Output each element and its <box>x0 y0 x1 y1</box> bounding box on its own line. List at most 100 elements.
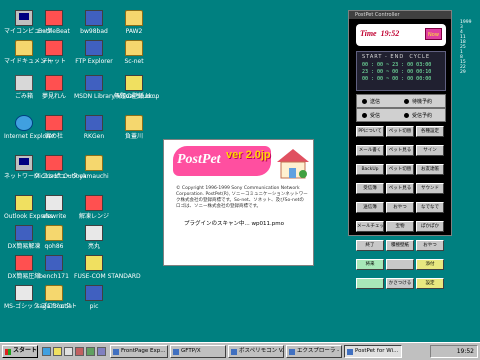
house-icon <box>277 149 309 179</box>
desktop-icon-label: FUSE-COM STANDARD <box>74 273 141 280</box>
controller-button[interactable]: ペット切替 <box>386 164 414 175</box>
channel-quicklaunch-icon[interactable] <box>64 347 73 356</box>
folder-icon <box>125 40 143 56</box>
receive-label: 受信 <box>370 113 381 119</box>
system-tray: 19:52 <box>430 345 478 358</box>
calendar-fragment: 1999 3 4 11 18 25 1 8 15 22 29 <box>460 20 480 75</box>
receive-mode-row[interactable]: 受信 受信予約 <box>356 108 446 122</box>
desktop-icon-kaisou[interactable]: 解凍レンジ <box>74 195 114 220</box>
controller-button[interactable]: ぽかぽか <box>416 221 444 232</box>
desktop-icon-label: PAW2 <box>125 28 143 35</box>
desktop-quicklaunch-icon[interactable] <box>53 347 62 356</box>
postpet-splash: PostPet ver 2.0jp © Copyright 1996-1999 … <box>163 139 314 266</box>
controller-button[interactable]: おやつ <box>416 240 444 251</box>
reserve-label: 待機予約 <box>412 99 433 105</box>
controller-button[interactable]: かさつける <box>386 278 414 289</box>
desktop-icon-label: qoh86 <box>44 243 64 250</box>
desktop-icon-yumemi[interactable]: 夢見れん <box>34 75 74 100</box>
postpet-version: ver 2.0jp <box>226 149 271 161</box>
controller-button[interactable]: 受信簿 <box>356 183 384 194</box>
desktop-icon-label: 無題の壁紙.bmp <box>114 93 160 100</box>
app-icon <box>85 225 103 241</box>
controller-button[interactable]: 設定 <box>416 278 444 289</box>
radio-icon[interactable] <box>404 113 409 118</box>
controller-button[interactable]: サウンド <box>416 183 444 194</box>
send-mode-row[interactable]: 送信 待機予約 <box>356 94 446 108</box>
clock[interactable]: 19:52 <box>457 348 474 355</box>
desktop-icon-qoh86[interactable]: qoh86 <box>34 225 74 250</box>
now-button[interactable]: Now <box>425 28 442 40</box>
taskbar-button[interactable]: GFTP/X <box>170 345 226 358</box>
app-icon <box>45 155 63 171</box>
app-icon <box>85 10 103 26</box>
send-label: 送信 <box>370 99 381 105</box>
desktop-icon-sc[interactable]: Sc-net <box>114 40 154 65</box>
controller-button[interactable]: ペット見る <box>386 145 414 156</box>
desktop-icon-pic[interactable]: pic <box>74 285 114 310</box>
desktop-icon-fuki[interactable]: 負蓋川 <box>114 115 154 140</box>
controller-button[interactable]: 将来 <box>356 259 384 270</box>
desktop-icon-bench171[interactable]: bench171 <box>34 255 74 280</box>
taskbar-button[interactable]: FrontPage Exp... <box>110 345 168 358</box>
controller-button[interactable]: 送信簿 <box>356 202 384 213</box>
app-quicklaunch-icon[interactable] <box>97 347 106 356</box>
taskbar-button[interactable]: ボスペリモコン V. <box>228 345 284 358</box>
desktop-icon-kaeru[interactable]: 亮丸 <box>74 225 114 250</box>
desktop-icon-bw98bad[interactable]: bw98bad <box>74 10 114 35</box>
copyright-text: © Copyright 1996-1999 Sony Communication… <box>176 186 308 209</box>
desktop-icon-msdn[interactable]: MSDN Library Visual Stud... <box>74 75 156 100</box>
controller-button[interactable]: PPについて <box>356 126 384 137</box>
cycle-row[interactable]: 00 : 00 ~ 00 : 00 00:00 <box>357 76 445 83</box>
app-quicklaunch-icon[interactable] <box>75 347 84 356</box>
controller-button[interactable]: 積極壁紙 <box>386 240 414 251</box>
radio-icon[interactable] <box>404 99 409 104</box>
controller-button[interactable]: おやつ <box>386 202 414 213</box>
desktop-icon-chat[interactable]: チャット <box>34 40 74 65</box>
desktop-icon-fuse[interactable]: FUSE-COM STANDARD <box>74 255 141 280</box>
taskbar-button[interactable]: PostPet for Wi... <box>344 345 402 358</box>
controller-button[interactable]: ペット切替 <box>386 126 414 137</box>
desktop-icon-rkgen[interactable]: RKGen <box>74 115 114 140</box>
desktop-icon-msoutlook[interactable]: Microsoft Outlook <box>34 155 87 180</box>
controller-button[interactable] <box>386 259 414 270</box>
app-icon <box>45 195 63 211</box>
controller-button[interactable]: お友達帳 <box>416 164 444 175</box>
desktop-icon-ftp[interactable]: FTP Explorer <box>74 40 114 65</box>
ie-quicklaunch-icon[interactable] <box>42 347 51 356</box>
trash-icon <box>15 75 33 91</box>
radio-icon[interactable] <box>362 113 367 118</box>
controller-titlebar[interactable]: PostPet Controller <box>349 11 451 19</box>
controller-button[interactable]: なでなで <box>416 202 444 213</box>
cycle-row[interactable]: 00 : 00 ~ 23 : 00 03:00 <box>357 62 445 69</box>
controller-button[interactable]: BackUp <box>356 164 384 175</box>
app-quicklaunch-icon[interactable] <box>86 347 95 356</box>
desktop-icon-battlebeat[interactable]: BattleBeat <box>34 10 74 35</box>
taskbar-button[interactable]: エクスプローラ - ... <box>286 345 342 358</box>
controller-button[interactable]: 各種設定 <box>416 126 444 137</box>
app-icon <box>45 10 63 26</box>
desktop-icon-afewrite[interactable]: afewrite <box>34 195 74 220</box>
app-icon <box>15 195 33 211</box>
desktop-icon-label: saga frontia <box>36 303 72 310</box>
desktop-icon-miyako[interactable]: 宮の杜 <box>34 115 74 140</box>
app-icon <box>45 75 63 91</box>
time-display: Time 19:52 Now <box>356 24 446 46</box>
desktop-icon-paw2[interactable]: PAW2 <box>114 10 154 35</box>
cycle-header: START - END CYCLE <box>362 54 430 60</box>
desktop-icon-bmp[interactable]: 無題の壁紙.bmp <box>114 75 160 100</box>
desktop-icon-saga[interactable]: saga frontia <box>34 285 74 310</box>
controller-button[interactable]: 添付 <box>416 259 444 270</box>
desktop-icon-label: Sc-net <box>124 58 144 65</box>
cycle-row[interactable]: 23 : 00 ~ 00 : 00 00:10 <box>357 69 445 76</box>
app-icon <box>15 255 33 271</box>
controller-button[interactable]: 宝物 <box>386 221 414 232</box>
desktop-icon-yamauchi[interactable]: yamauchi <box>74 155 114 180</box>
controller-button[interactable] <box>356 278 384 289</box>
controller-button[interactable]: メール書く <box>356 145 384 156</box>
controller-button[interactable]: 終了 <box>356 240 384 251</box>
controller-button[interactable]: メールチェック <box>356 221 384 232</box>
controller-button[interactable]: ペット見る <box>386 183 414 194</box>
start-button[interactable]: スタート <box>2 345 38 358</box>
radio-icon[interactable] <box>362 99 367 104</box>
controller-button[interactable]: サイン <box>416 145 444 156</box>
